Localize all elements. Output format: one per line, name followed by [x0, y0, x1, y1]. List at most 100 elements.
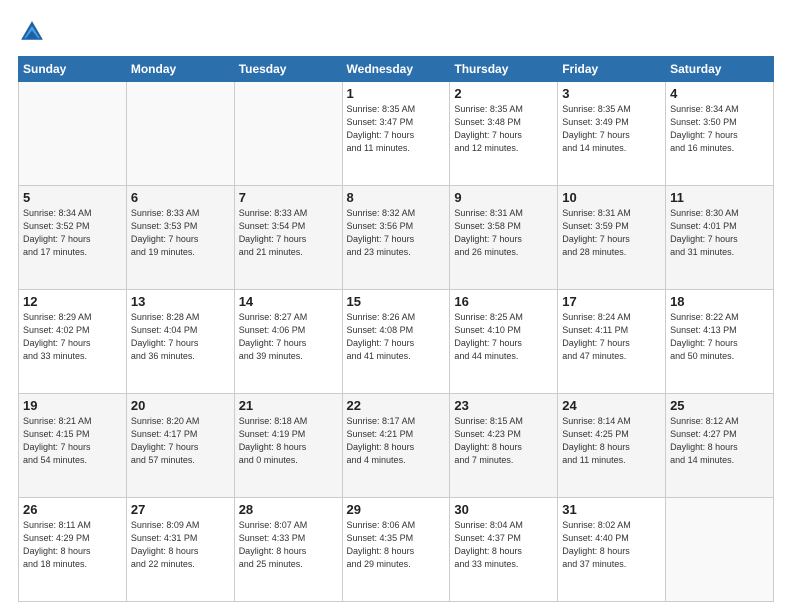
day-number: 7 [239, 190, 338, 205]
day-number: 23 [454, 398, 553, 413]
day-info: Sunrise: 8:29 AM Sunset: 4:02 PM Dayligh… [23, 311, 122, 363]
day-number: 31 [562, 502, 661, 517]
day-info: Sunrise: 8:15 AM Sunset: 4:23 PM Dayligh… [454, 415, 553, 467]
day-number: 5 [23, 190, 122, 205]
day-info: Sunrise: 8:32 AM Sunset: 3:56 PM Dayligh… [347, 207, 446, 259]
day-info: Sunrise: 8:30 AM Sunset: 4:01 PM Dayligh… [670, 207, 769, 259]
day-info: Sunrise: 8:34 AM Sunset: 3:50 PM Dayligh… [670, 103, 769, 155]
day-info: Sunrise: 8:22 AM Sunset: 4:13 PM Dayligh… [670, 311, 769, 363]
day-cell: 21 Sunrise: 8:18 AM Sunset: 4:19 PM Dayli… [234, 394, 342, 498]
day-header-sunday: Sunday [19, 57, 127, 82]
day-cell: 13 Sunrise: 8:28 AM Sunset: 4:04 PM Dayli… [126, 290, 234, 394]
day-cell [666, 498, 774, 602]
day-info: Sunrise: 8:33 AM Sunset: 3:54 PM Dayligh… [239, 207, 338, 259]
day-number: 4 [670, 86, 769, 101]
day-cell: 26 Sunrise: 8:11 AM Sunset: 4:29 PM Dayli… [19, 498, 127, 602]
day-info: Sunrise: 8:35 AM Sunset: 3:49 PM Dayligh… [562, 103, 661, 155]
week-row-2: 12 Sunrise: 8:29 AM Sunset: 4:02 PM Dayli… [19, 290, 774, 394]
week-row-1: 5 Sunrise: 8:34 AM Sunset: 3:52 PM Daylig… [19, 186, 774, 290]
day-info: Sunrise: 8:31 AM Sunset: 3:58 PM Dayligh… [454, 207, 553, 259]
page: SundayMondayTuesdayWednesdayThursdayFrid… [0, 0, 792, 612]
day-number: 19 [23, 398, 122, 413]
day-number: 28 [239, 502, 338, 517]
day-info: Sunrise: 8:18 AM Sunset: 4:19 PM Dayligh… [239, 415, 338, 467]
day-number: 30 [454, 502, 553, 517]
day-cell [234, 82, 342, 186]
week-row-4: 26 Sunrise: 8:11 AM Sunset: 4:29 PM Dayli… [19, 498, 774, 602]
day-info: Sunrise: 8:20 AM Sunset: 4:17 PM Dayligh… [131, 415, 230, 467]
week-row-0: 1 Sunrise: 8:35 AM Sunset: 3:47 PM Daylig… [19, 82, 774, 186]
day-info: Sunrise: 8:09 AM Sunset: 4:31 PM Dayligh… [131, 519, 230, 571]
header-row: SundayMondayTuesdayWednesdayThursdayFrid… [19, 57, 774, 82]
week-row-3: 19 Sunrise: 8:21 AM Sunset: 4:15 PM Dayli… [19, 394, 774, 498]
day-cell: 25 Sunrise: 8:12 AM Sunset: 4:27 PM Dayli… [666, 394, 774, 498]
day-header-friday: Friday [558, 57, 666, 82]
day-info: Sunrise: 8:28 AM Sunset: 4:04 PM Dayligh… [131, 311, 230, 363]
day-number: 21 [239, 398, 338, 413]
day-cell: 5 Sunrise: 8:34 AM Sunset: 3:52 PM Daylig… [19, 186, 127, 290]
day-info: Sunrise: 8:34 AM Sunset: 3:52 PM Dayligh… [23, 207, 122, 259]
day-number: 13 [131, 294, 230, 309]
day-cell: 15 Sunrise: 8:26 AM Sunset: 4:08 PM Dayli… [342, 290, 450, 394]
day-info: Sunrise: 8:31 AM Sunset: 3:59 PM Dayligh… [562, 207, 661, 259]
day-info: Sunrise: 8:33 AM Sunset: 3:53 PM Dayligh… [131, 207, 230, 259]
day-cell: 27 Sunrise: 8:09 AM Sunset: 4:31 PM Dayli… [126, 498, 234, 602]
day-header-monday: Monday [126, 57, 234, 82]
day-info: Sunrise: 8:35 AM Sunset: 3:48 PM Dayligh… [454, 103, 553, 155]
day-cell [19, 82, 127, 186]
day-cell: 30 Sunrise: 8:04 AM Sunset: 4:37 PM Dayli… [450, 498, 558, 602]
day-info: Sunrise: 8:06 AM Sunset: 4:35 PM Dayligh… [347, 519, 446, 571]
day-number: 10 [562, 190, 661, 205]
day-info: Sunrise: 8:07 AM Sunset: 4:33 PM Dayligh… [239, 519, 338, 571]
logo-icon [18, 18, 46, 46]
day-info: Sunrise: 8:02 AM Sunset: 4:40 PM Dayligh… [562, 519, 661, 571]
day-number: 25 [670, 398, 769, 413]
day-cell: 22Sunrise: 8:17 AM Sunset: 4:21 PM Dayli… [342, 394, 450, 498]
day-cell: 10 Sunrise: 8:31 AM Sunset: 3:59 PM Dayli… [558, 186, 666, 290]
day-cell: 19 Sunrise: 8:21 AM Sunset: 4:15 PM Dayli… [19, 394, 127, 498]
day-cell: 17 Sunrise: 8:24 AM Sunset: 4:11 PM Dayli… [558, 290, 666, 394]
day-number: 26 [23, 502, 122, 517]
day-cell: 11 Sunrise: 8:30 AM Sunset: 4:01 PM Dayli… [666, 186, 774, 290]
day-cell: 9 Sunrise: 8:31 AM Sunset: 3:58 PM Daylig… [450, 186, 558, 290]
day-info: Sunrise: 8:17 AM Sunset: 4:21 PM Dayligh… [347, 415, 446, 467]
day-header-thursday: Thursday [450, 57, 558, 82]
day-number: 18 [670, 294, 769, 309]
day-header-wednesday: Wednesday [342, 57, 450, 82]
day-number: 16 [454, 294, 553, 309]
day-info: Sunrise: 8:14 AM Sunset: 4:25 PM Dayligh… [562, 415, 661, 467]
day-number: 17 [562, 294, 661, 309]
day-cell: 4 Sunrise: 8:34 AM Sunset: 3:50 PM Daylig… [666, 82, 774, 186]
day-number: 29 [347, 502, 446, 517]
day-number: 15 [347, 294, 446, 309]
day-number: 1 [347, 86, 446, 101]
day-number: 11 [670, 190, 769, 205]
day-cell: 12 Sunrise: 8:29 AM Sunset: 4:02 PM Dayli… [19, 290, 127, 394]
day-info: Sunrise: 8:24 AM Sunset: 4:11 PM Dayligh… [562, 311, 661, 363]
day-cell: 23 Sunrise: 8:15 AM Sunset: 4:23 PM Dayli… [450, 394, 558, 498]
day-info: Sunrise: 8:26 AM Sunset: 4:08 PM Dayligh… [347, 311, 446, 363]
day-cell [126, 82, 234, 186]
day-info: Sunrise: 8:27 AM Sunset: 4:06 PM Dayligh… [239, 311, 338, 363]
day-cell: 14Sunrise: 8:27 AM Sunset: 4:06 PM Dayli… [234, 290, 342, 394]
day-info: Sunrise: 8:11 AM Sunset: 4:29 PM Dayligh… [23, 519, 122, 571]
day-number: 24 [562, 398, 661, 413]
day-cell: 1 Sunrise: 8:35 AM Sunset: 3:47 PM Daylig… [342, 82, 450, 186]
day-cell: 8 Sunrise: 8:32 AM Sunset: 3:56 PM Daylig… [342, 186, 450, 290]
day-info: Sunrise: 8:04 AM Sunset: 4:37 PM Dayligh… [454, 519, 553, 571]
day-cell: 29 Sunrise: 8:06 AM Sunset: 4:35 PM Dayli… [342, 498, 450, 602]
day-number: 9 [454, 190, 553, 205]
day-number: 12 [23, 294, 122, 309]
day-cell: 31 Sunrise: 8:02 AM Sunset: 4:40 PM Dayli… [558, 498, 666, 602]
day-info: Sunrise: 8:21 AM Sunset: 4:15 PM Dayligh… [23, 415, 122, 467]
day-info: Sunrise: 8:25 AM Sunset: 4:10 PM Dayligh… [454, 311, 553, 363]
day-cell: 6Sunrise: 8:33 AM Sunset: 3:53 PM Daylig… [126, 186, 234, 290]
day-header-tuesday: Tuesday [234, 57, 342, 82]
day-number: 8 [347, 190, 446, 205]
day-info: Sunrise: 8:12 AM Sunset: 4:27 PM Dayligh… [670, 415, 769, 467]
logo [18, 18, 50, 46]
day-info: Sunrise: 8:35 AM Sunset: 3:47 PM Dayligh… [347, 103, 446, 155]
day-number: 27 [131, 502, 230, 517]
day-number: 3 [562, 86, 661, 101]
day-cell: 18 Sunrise: 8:22 AM Sunset: 4:13 PM Dayli… [666, 290, 774, 394]
